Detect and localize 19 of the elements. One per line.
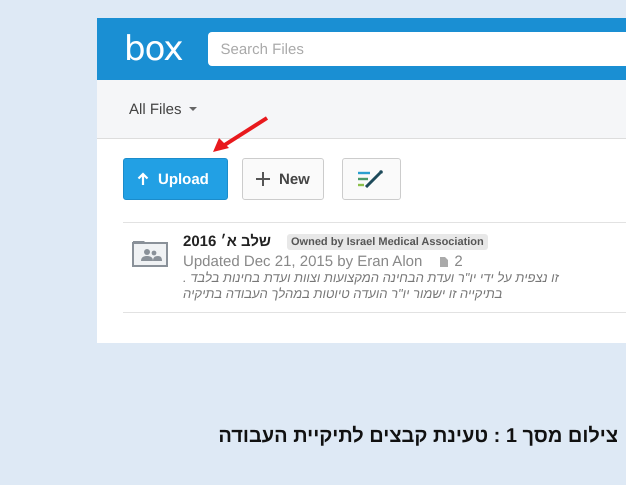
plus-icon xyxy=(256,172,270,186)
arrow-annotation xyxy=(211,116,269,154)
notes-icon xyxy=(358,170,384,188)
caret-icon xyxy=(188,107,197,111)
upload-icon xyxy=(137,172,149,186)
search-field[interactable]: Search Files xyxy=(208,32,626,66)
folder-description: בתיקייה זו ישמור יו"ר הועדה טיוטות במהלך העבודה בתיקיה xyxy=(183,286,504,302)
figure-caption: צילום מסך 1 : טעינת קבצים לתיקיית העבודה xyxy=(218,425,618,448)
file-icon xyxy=(440,256,448,266)
owner-badge: Owned by Israel Medical Association xyxy=(286,234,488,250)
new-button[interactable]: New xyxy=(242,158,324,200)
shared-folder-icon xyxy=(132,239,168,267)
folder-description: זו נצפית על ידי יו"ר ועדת הבחינה המקצועות וצוות ועדת בחינות בלבד . xyxy=(183,270,559,286)
logo[interactable]: box xyxy=(124,29,182,69)
notes-button[interactable] xyxy=(342,158,401,200)
updated-text: Updated Dec 21, 2015 by Eran Alon xyxy=(183,253,422,270)
all-files-dropdown[interactable]: All Files xyxy=(129,100,197,118)
file-count: 2 xyxy=(454,253,463,270)
folder-name[interactable]: שלב א׳ 2016 xyxy=(183,233,271,250)
